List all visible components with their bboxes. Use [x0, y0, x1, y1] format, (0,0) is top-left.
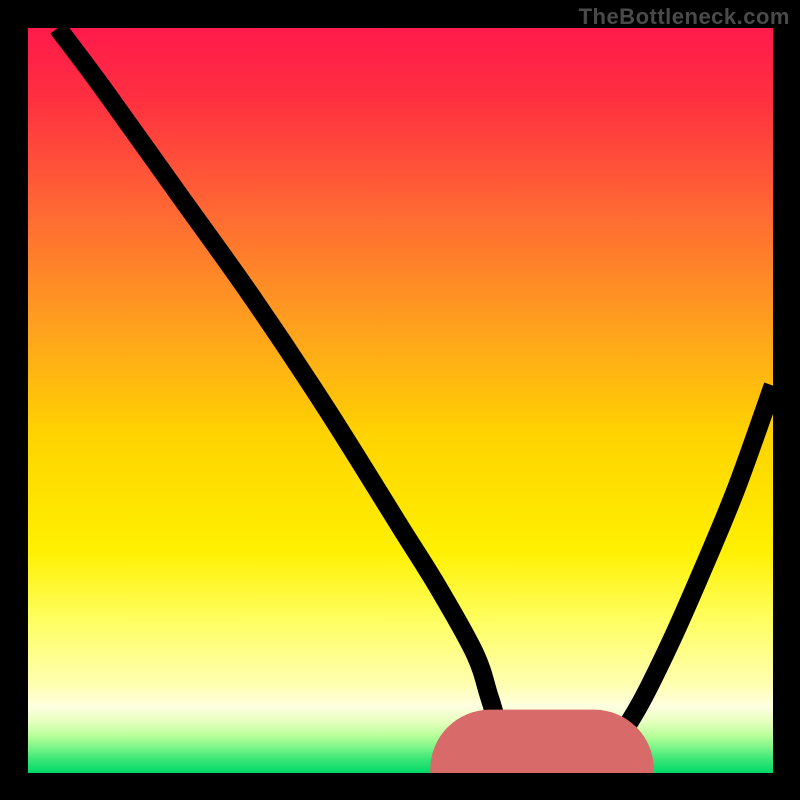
- gradient-background: [28, 28, 773, 773]
- plot-area: [28, 28, 773, 773]
- chart-frame: TheBottleneck.com: [0, 0, 800, 800]
- watermark-text: TheBottleneck.com: [579, 4, 790, 30]
